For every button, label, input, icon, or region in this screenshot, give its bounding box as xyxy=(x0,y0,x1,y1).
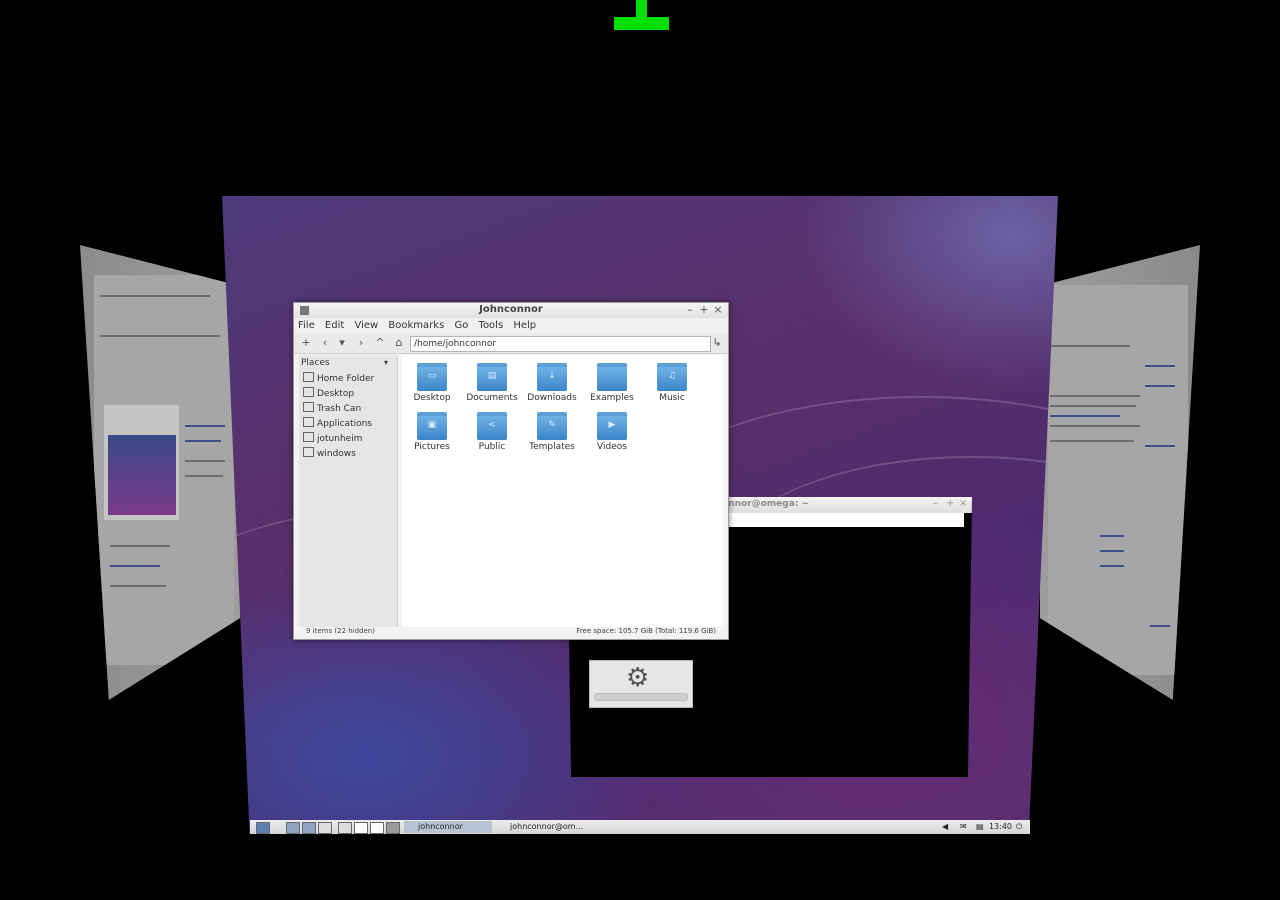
place-applications[interactable]: Applications xyxy=(299,417,397,432)
desktop-icon xyxy=(303,387,314,397)
menu-edit[interactable]: Edit xyxy=(325,318,344,334)
task-file-manager[interactable]: johnconnor xyxy=(404,821,492,833)
file-manager-titlebar[interactable]: Johnconnor – + × xyxy=(294,303,728,318)
close-icon[interactable]: × xyxy=(711,303,725,316)
minimize-icon[interactable]: – xyxy=(683,303,697,316)
window-title: Johnconnor xyxy=(479,304,543,315)
task-terminal[interactable]: johnconnor@om... xyxy=(496,821,586,833)
mail-icon[interactable]: ✉ xyxy=(960,821,972,833)
menu-file[interactable]: File xyxy=(298,318,315,334)
item-count: 9 items (22 hidden) xyxy=(306,627,375,635)
clock[interactable]: 13:40 xyxy=(989,821,1012,833)
progress-bar xyxy=(594,693,688,701)
folder-item[interactable]: ▶ Videos xyxy=(582,404,642,452)
minimize-icon[interactable]: – xyxy=(933,498,938,509)
free-space: Free space: 105.7 GiB (Total: 119.6 GiB) xyxy=(576,627,716,635)
place-jotunheim[interactable]: jotunheim xyxy=(299,432,397,447)
desktop-switcher-icon[interactable] xyxy=(338,822,352,834)
history-dropdown-icon[interactable]: ▾ xyxy=(335,336,349,350)
folder-item[interactable]: ▭ Desktop xyxy=(402,355,462,403)
folder-view[interactable]: ▭ Desktop ▤ Documents ↓ Downloads Exampl… xyxy=(402,355,723,627)
folder-item[interactable]: ♫ Music xyxy=(642,355,702,403)
folder-item[interactable]: ↓ Downloads xyxy=(522,355,582,403)
workspace-2-icon[interactable] xyxy=(370,822,384,834)
folder-icon: ↓ xyxy=(537,363,567,391)
folder-icon: ▶ xyxy=(597,412,627,440)
drive-icon xyxy=(303,447,314,457)
toolbar: + ‹ ▾ › ^ ⌂ /home/johnconnor ↳ xyxy=(294,334,728,354)
place-trash-can[interactable]: Trash Can xyxy=(299,402,397,417)
place-home-folder[interactable]: Home Folder xyxy=(299,372,397,387)
menu-view[interactable]: View xyxy=(354,318,378,334)
home-icon[interactable]: ⌂ xyxy=(392,336,406,350)
up-icon[interactable]: ^ xyxy=(373,336,387,350)
back-icon[interactable]: ‹ xyxy=(318,336,332,350)
place-desktop[interactable]: Desktop xyxy=(299,387,397,402)
new-tab-icon[interactable]: + xyxy=(299,336,313,350)
places-sidebar: Places ▾ Home Folder Desktop Trash Can A… xyxy=(299,355,398,627)
applications-icon xyxy=(303,417,314,427)
folder-item[interactable]: < Public xyxy=(462,404,522,452)
folder-item[interactable]: Examples xyxy=(582,355,642,403)
network-icon[interactable]: ▤ xyxy=(976,821,988,833)
folder-item[interactable]: ▣ Pictures xyxy=(402,404,462,452)
volume-icon[interactable]: ◀ xyxy=(942,821,954,833)
folder-icon: ▤ xyxy=(477,363,507,391)
menu-help[interactable]: Help xyxy=(513,318,536,334)
location-bar[interactable]: /home/johnconnor xyxy=(410,336,711,352)
maximize-icon[interactable]: + xyxy=(946,498,954,509)
folder-icon: ♫ xyxy=(657,363,687,391)
home-icon xyxy=(303,372,314,382)
folder-item[interactable]: ▤ Documents xyxy=(462,355,522,403)
folder-icon: ▣ xyxy=(417,412,447,440)
drive-icon xyxy=(303,432,314,442)
workspace-indicator xyxy=(614,0,669,30)
places-header[interactable]: Places ▾ xyxy=(299,355,397,372)
close-icon[interactable]: × xyxy=(959,498,967,509)
cube-left-face xyxy=(80,245,240,700)
start-menu-icon[interactable] xyxy=(256,822,270,834)
menu-go[interactable]: Go xyxy=(454,318,468,334)
menu-bar: File Edit View Bookmarks Go Tools Help xyxy=(294,318,728,334)
workspace-1-icon[interactable] xyxy=(354,822,368,834)
folder-item[interactable]: ✎ Templates xyxy=(522,404,582,452)
forward-icon[interactable]: › xyxy=(354,336,368,350)
folder-icon: < xyxy=(477,412,507,440)
folder-icon xyxy=(597,363,627,391)
file-manager-window[interactable]: Johnconnor – + × File Edit View Bookmark… xyxy=(293,302,729,640)
maximize-icon[interactable]: + xyxy=(697,303,711,316)
gear-icon: ⚙ xyxy=(626,663,650,693)
workspace-3-icon[interactable] xyxy=(386,822,400,834)
power-icon[interactable]: ⏻ xyxy=(1016,821,1028,833)
terminal-title: onnor@omega: ~ xyxy=(722,499,810,509)
settings-progress-dialog: ⚙ xyxy=(589,660,693,708)
browser-launcher-icon[interactable] xyxy=(302,822,316,834)
folder-icon: ✎ xyxy=(537,412,567,440)
place-windows[interactable]: windows xyxy=(299,447,397,462)
chevron-down-icon[interactable]: ▾ xyxy=(384,358,388,367)
menu-bookmarks[interactable]: Bookmarks xyxy=(388,318,444,334)
file-manager-launcher-icon[interactable] xyxy=(286,822,300,834)
status-bar: 9 items (22 hidden) Free space: 105.7 Gi… xyxy=(306,627,716,637)
terminal-launcher-icon[interactable] xyxy=(318,822,332,834)
taskbar: johnconnor johnconnor@om... ◀ ✉ ▤ 13:40 … xyxy=(250,820,1030,834)
menu-tools[interactable]: Tools xyxy=(479,318,504,334)
trash-icon xyxy=(303,402,314,412)
go-icon[interactable]: ↳ xyxy=(710,336,724,350)
cube-right-face xyxy=(1040,245,1200,700)
folder-icon: ▭ xyxy=(417,363,447,391)
